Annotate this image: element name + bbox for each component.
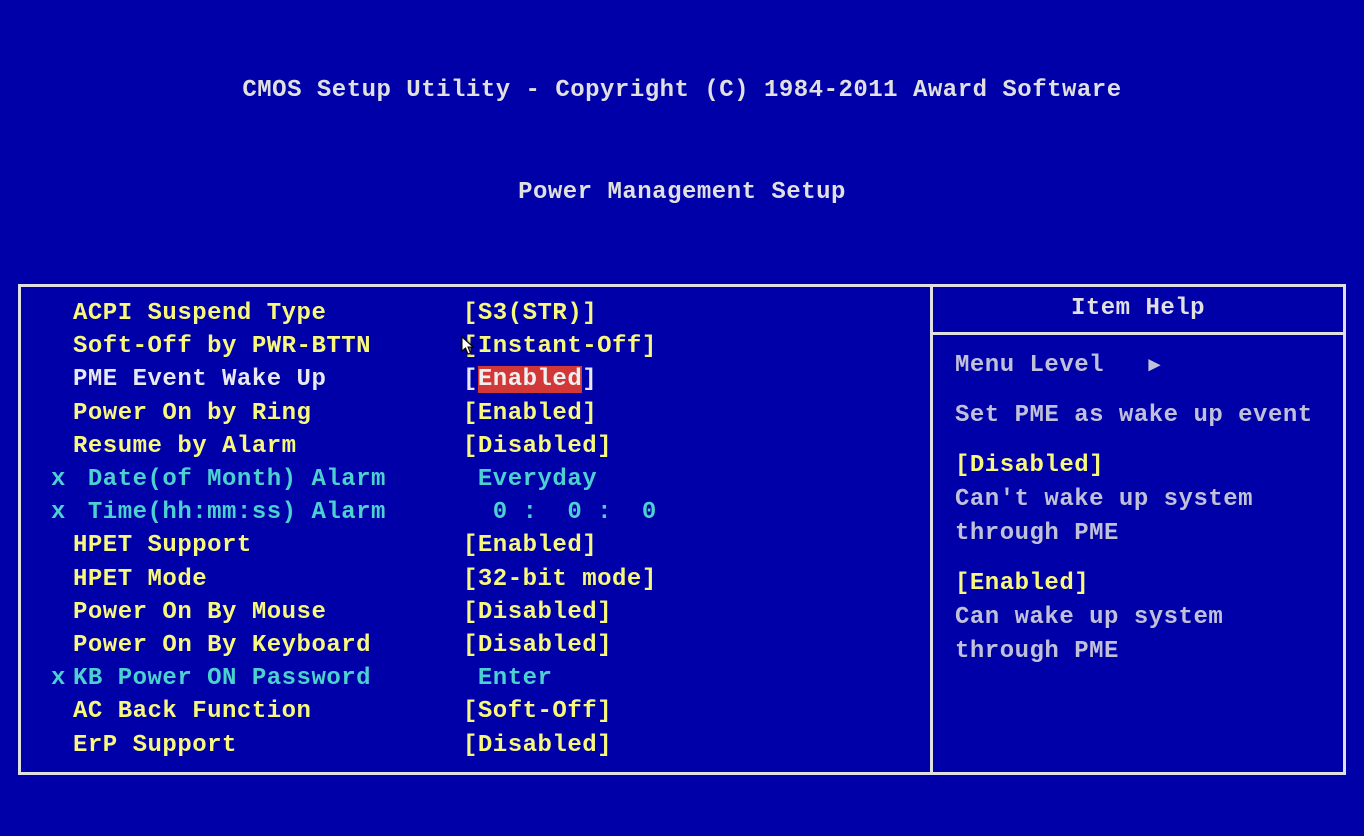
row-value[interactable]: [Disabled] <box>463 430 612 463</box>
setting-row[interactable]: HPET Mode[32-bit mode] <box>51 563 910 596</box>
setting-row[interactable]: Resume by Alarm[Disabled] <box>51 430 910 463</box>
row-value[interactable]: [Soft-Off] <box>463 695 612 728</box>
row-value[interactable]: [Disabled] <box>463 729 612 762</box>
row-label: ACPI Suspend Type <box>73 297 463 330</box>
row-label: ErP Support <box>73 729 463 762</box>
row-marker <box>51 529 73 562</box>
menu-level-label: Menu Level <box>955 352 1104 379</box>
row-label: Resume by Alarm <box>73 430 463 463</box>
row-value[interactable]: [Disabled] <box>463 629 612 662</box>
help-opt2-text: Can wake up system through PME <box>955 601 1321 669</box>
row-marker <box>51 729 73 762</box>
row-label: AC Back Function <box>73 695 463 728</box>
setting-row[interactable]: HPET Support[Enabled] <box>51 529 910 562</box>
row-value[interactable]: 0 : 0 : 0 <box>463 496 657 529</box>
setting-row[interactable]: Power On By Mouse[Disabled] <box>51 596 910 629</box>
row-value[interactable]: [Enabled] <box>463 397 597 430</box>
chevron-right-icon <box>1149 352 1161 379</box>
header: CMOS Setup Utility - Copyright (C) 1984-… <box>18 6 1346 278</box>
row-label: Date(of Month) Alarm <box>73 463 463 496</box>
row-marker: x <box>51 463 73 496</box>
help-opt2-title: [Enabled] <box>955 567 1321 601</box>
row-value[interactable]: [S3(STR)] <box>463 297 597 330</box>
row-label: Time(hh:mm:ss) Alarm <box>73 496 463 529</box>
setting-row[interactable]: AC Back Function[Soft-Off] <box>51 695 910 728</box>
row-marker <box>51 330 73 363</box>
footer: ↑↓→←:Move Enter:Select +/-/PU/PD:Value F… <box>18 775 1346 836</box>
help-opt1-text: Can't wake up system through PME <box>955 483 1321 551</box>
row-label: Power On by Ring <box>73 397 463 430</box>
row-label: HPET Mode <box>73 563 463 596</box>
help-title: Item Help <box>933 287 1343 335</box>
settings-pane[interactable]: ACPI Suspend Type[S3(STR)]Soft-Off by PW… <box>21 287 933 772</box>
setting-row[interactable]: ACPI Suspend Type[S3(STR)] <box>51 297 910 330</box>
row-label: Power On By Keyboard <box>73 629 463 662</box>
setting-row[interactable]: Power On by Ring[Enabled] <box>51 397 910 430</box>
row-marker <box>51 596 73 629</box>
setting-row[interactable]: PME Event Wake Up[Enabled] <box>51 363 910 396</box>
row-marker <box>51 695 73 728</box>
row-marker <box>51 430 73 463</box>
row-label: PME Event Wake Up <box>73 363 463 396</box>
row-value[interactable]: [32-bit mode] <box>463 563 657 596</box>
help-pane: Item Help Menu Level Set PME as wake up … <box>933 287 1343 772</box>
bios-screen: CMOS Setup Utility - Copyright (C) 1984-… <box>0 0 1364 836</box>
setting-row[interactable]: x Date(of Month) Alarm Everyday <box>51 463 910 496</box>
help-desc: Set PME as wake up event <box>955 399 1321 433</box>
row-label: KB Power ON Password <box>73 662 463 695</box>
help-body: Menu Level Set PME as wake up event [Dis… <box>933 335 1343 683</box>
setting-row[interactable]: x Time(hh:mm:ss) Alarm 0 : 0 : 0 <box>51 496 910 529</box>
row-value[interactable]: [Instant-Off] <box>463 330 657 363</box>
row-value[interactable]: Everyday <box>463 463 597 496</box>
setting-row[interactable]: ErP Support[Disabled] <box>51 729 910 762</box>
menu-level-row: Menu Level <box>955 349 1321 383</box>
setting-row[interactable]: Power On By Keyboard[Disabled] <box>51 629 910 662</box>
row-label: Soft-Off by PWR-BTTN <box>73 330 463 363</box>
row-marker: x <box>51 662 73 695</box>
row-marker: x <box>51 496 73 529</box>
help-opt1-title: [Disabled] <box>955 449 1321 483</box>
header-title-2: Power Management Setup <box>18 176 1346 210</box>
setting-row[interactable]: xKB Power ON Password Enter <box>51 662 910 695</box>
main-panel: ACPI Suspend Type[S3(STR)]Soft-Off by PW… <box>18 284 1346 775</box>
row-value[interactable]: [Enabled] <box>463 529 597 562</box>
row-value[interactable]: Enter <box>463 662 552 695</box>
row-label: HPET Support <box>73 529 463 562</box>
row-label: Power On By Mouse <box>73 596 463 629</box>
row-value[interactable]: [Disabled] <box>463 596 612 629</box>
setting-row[interactable]: Soft-Off by PWR-BTTN[Instant-Off] <box>51 330 910 363</box>
row-marker <box>51 397 73 430</box>
header-title-1: CMOS Setup Utility - Copyright (C) 1984-… <box>18 74 1346 108</box>
row-marker <box>51 563 73 596</box>
row-value[interactable]: [Enabled] <box>463 363 597 396</box>
row-marker <box>51 363 73 396</box>
row-marker <box>51 629 73 662</box>
row-marker <box>51 297 73 330</box>
